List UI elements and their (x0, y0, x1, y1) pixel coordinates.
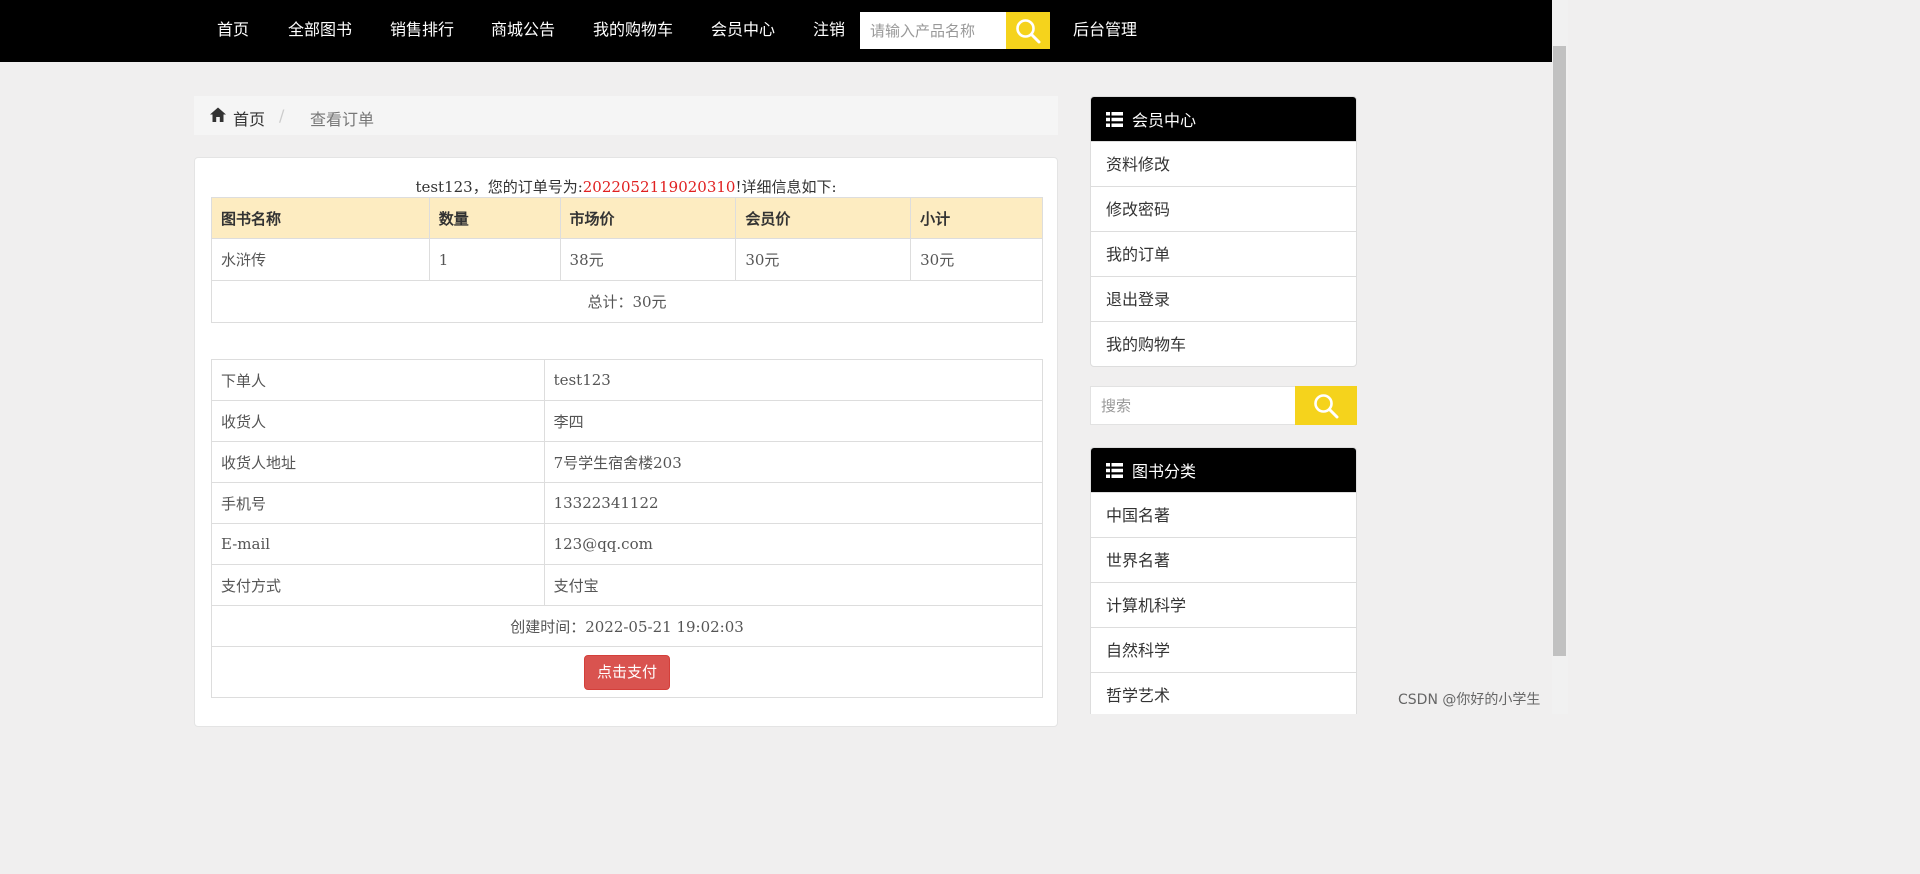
sidebar-item-philosophy-art[interactable]: 哲学艺术 (1091, 672, 1356, 714)
order-intro-text: ，您的订单号为: (472, 178, 583, 196)
order-items-table: 图书名称 数量 市场价 会员价 小计 水浒传 1 38元 30元 30元 总计：… (211, 197, 1043, 323)
col-header-member-price: 会员价 (735, 197, 912, 239)
detail-value: 支付宝 (543, 564, 1044, 606)
nav-my-cart[interactable]: 我的购物车 (593, 20, 673, 40)
breadcrumb: 首页 / 查看订单 (194, 96, 1058, 135)
sidebar-item-my-cart[interactable]: 我的购物车 (1091, 321, 1356, 366)
pay-cell: 点击支付 (211, 646, 1043, 698)
nav-search-button[interactable] (1006, 12, 1050, 49)
list-icon (1106, 462, 1123, 478)
order-number: 2022052119020310 (582, 178, 736, 196)
cell-member-price: 30元 (735, 238, 912, 281)
order-created-time: 创建时间：2022-05-21 19:02:03 (211, 605, 1043, 647)
detail-label: 支付方式 (211, 564, 545, 606)
sidebar-item-chinese-classics[interactable]: 中国名著 (1091, 492, 1356, 537)
detail-value: test123 (543, 359, 1044, 401)
nav-admin[interactable]: 后台管理 (1073, 20, 1137, 40)
order-details-table: 下单人 test123 收货人 李四 收货人地址 7号学生宿舍楼203 手机号 … (211, 359, 1044, 698)
order-total: 总计：30元 (211, 280, 1043, 323)
book-categories-panel: 图书分类 中国名著 世界名著 计算机科学 自然科学 哲学艺术 (1090, 447, 1357, 714)
sidebar-item-computer-science[interactable]: 计算机科学 (1091, 582, 1356, 627)
search-icon (1314, 393, 1339, 418)
detail-label: 收货人地址 (211, 441, 545, 483)
nav-logout[interactable]: 注销 (813, 20, 845, 40)
csdn-watermark: CSDN @你好的小学生 (1398, 692, 1541, 708)
col-header-subtotal: 小计 (910, 197, 1043, 239)
sidebar-item-logout[interactable]: 退出登录 (1091, 276, 1356, 321)
sidebar-item-edit-profile[interactable]: 资料修改 (1091, 141, 1356, 186)
list-icon (1106, 111, 1123, 127)
nav-all-books[interactable]: 全部图书 (288, 20, 352, 40)
table-row: 下单人 test123 (211, 359, 1044, 401)
top-navbar: 首页 全部图书 销售排行 商城公告 我的购物车 会员中心 注销 后台管理 (0, 0, 1552, 62)
col-header-book-name: 图书名称 (211, 197, 430, 239)
cell-subtotal: 30元 (910, 238, 1043, 281)
breadcrumb-separator: / (279, 106, 285, 125)
detail-value: 7号学生宿舍楼203 (543, 441, 1044, 483)
order-panel: test123，您的订单号为:2022052119020310!详细信息如下: … (194, 157, 1058, 727)
detail-label: 下单人 (211, 359, 545, 401)
sidebar-item-world-classics[interactable]: 世界名著 (1091, 537, 1356, 582)
detail-value: 13322341122 (543, 482, 1044, 524)
member-center-title: 会员中心 (1132, 111, 1197, 130)
order-intro-suffix: !详细信息如下: (735, 178, 837, 196)
home-icon[interactable] (209, 106, 227, 124)
order-user: test123 (415, 178, 473, 196)
table-row: 支付方式 支付宝 (211, 564, 1044, 606)
search-icon (1016, 18, 1041, 43)
categories-title: 图书分类 (1132, 462, 1197, 481)
sidebar-item-natural-science[interactable]: 自然科学 (1091, 627, 1356, 672)
detail-value: 李四 (543, 400, 1044, 442)
nav-home[interactable]: 首页 (217, 20, 249, 40)
detail-label: 手机号 (211, 482, 545, 524)
sidebar-item-my-orders[interactable]: 我的订单 (1091, 231, 1356, 276)
nav-announcements[interactable]: 商城公告 (491, 20, 555, 40)
cell-quantity: 1 (428, 238, 561, 281)
cell-market-price: 38元 (559, 238, 737, 281)
total-row: 总计：30元 (211, 280, 1043, 323)
sidebar-item-change-password[interactable]: 修改密码 (1091, 186, 1356, 231)
detail-value: 123@qq.com (543, 523, 1044, 565)
detail-label: 收货人 (211, 400, 545, 442)
table-row: 水浒传 1 38元 30元 30元 (211, 238, 1043, 281)
created-row: 创建时间：2022-05-21 19:02:03 (211, 605, 1043, 647)
sidebar-search-input[interactable] (1091, 387, 1295, 424)
page-scrollbar-thumb[interactable] (1553, 46, 1566, 656)
col-header-market-price: 市场价 (559, 197, 737, 239)
breadcrumb-home[interactable]: 首页 (233, 106, 265, 130)
sidebar-search-button[interactable] (1295, 386, 1357, 425)
cell-book-name: 水浒传 (211, 238, 430, 281)
detail-label: E-mail (211, 523, 545, 565)
sidebar-search (1090, 386, 1357, 425)
table-row: E-mail 123@qq.com (211, 523, 1044, 565)
table-row: 收货人 李四 (211, 400, 1044, 442)
nav-sales-ranking[interactable]: 销售排行 (390, 20, 454, 40)
col-header-quantity: 数量 (428, 197, 561, 239)
order-intro: test123，您的订单号为:2022052119020310!详细信息如下: (195, 176, 1057, 197)
table-row: 手机号 13322341122 (211, 482, 1044, 524)
table-header-row: 图书名称 数量 市场价 会员价 小计 (211, 197, 1043, 239)
table-row: 收货人地址 7号学生宿舍楼203 (211, 441, 1044, 483)
categories-heading: 图书分类 (1091, 448, 1356, 492)
nav-member-center[interactable]: 会员中心 (711, 20, 775, 40)
pay-row: 点击支付 (211, 646, 1043, 698)
pay-button[interactable]: 点击支付 (583, 654, 670, 690)
breadcrumb-current: 查看订单 (310, 110, 375, 129)
nav-search-input[interactable] (860, 12, 1006, 49)
member-center-heading: 会员中心 (1091, 97, 1356, 141)
member-center-panel: 会员中心 资料修改 修改密码 我的订单 退出登录 我的购物车 (1090, 96, 1357, 367)
